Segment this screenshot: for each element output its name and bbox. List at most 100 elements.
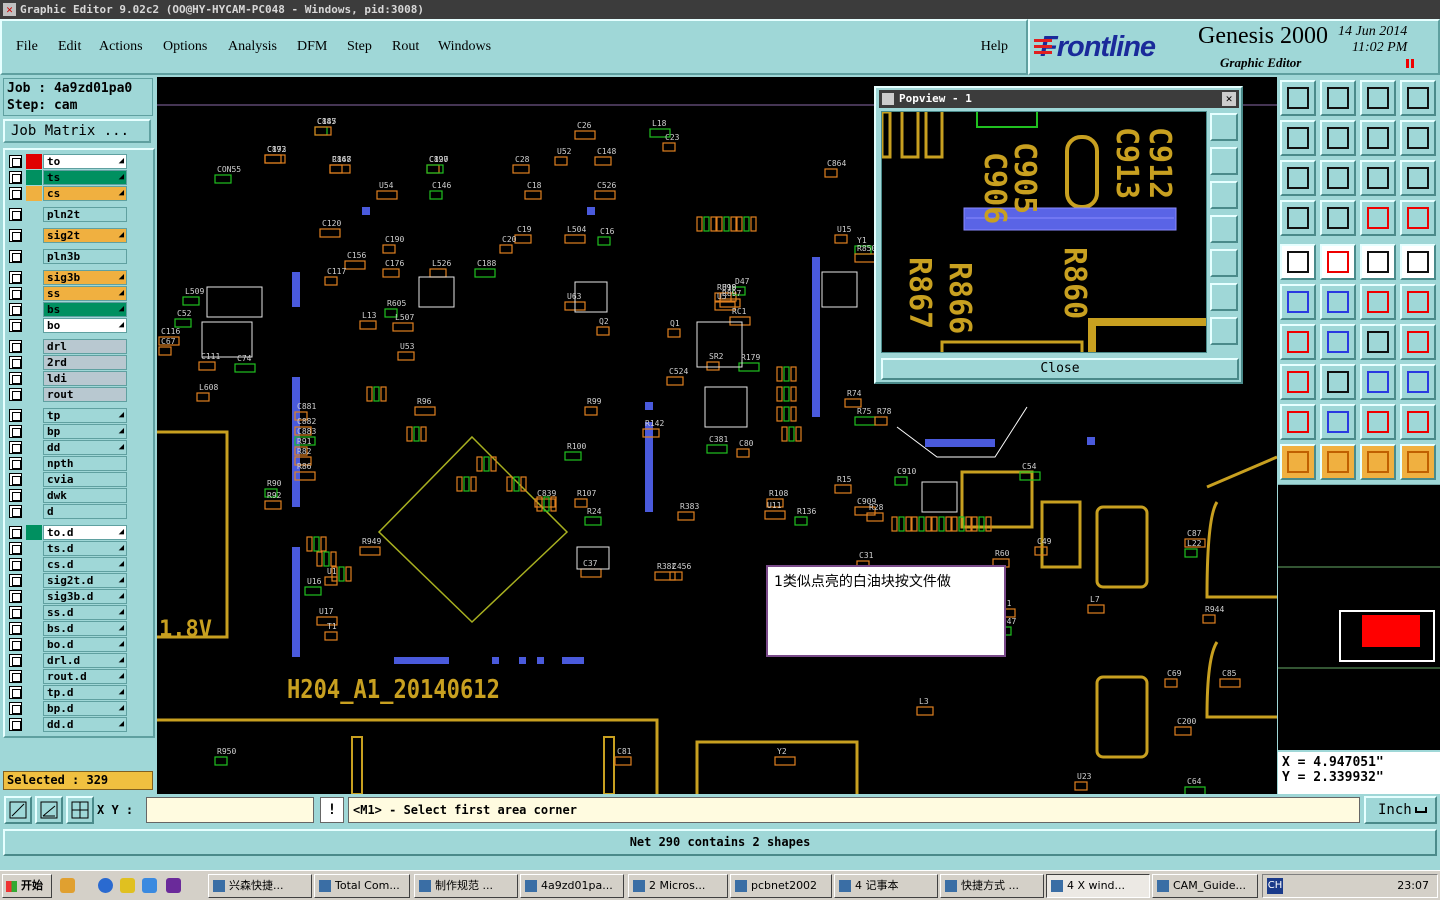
layer-row-bs[interactable]: bs ◢: [9, 302, 129, 317]
line-horizontal-button[interactable]: [1320, 364, 1356, 400]
menu-edit[interactable]: Edit: [58, 39, 81, 55]
layer-row-ts[interactable]: ts ◢: [9, 170, 129, 185]
ie-icon[interactable]: [98, 878, 113, 893]
layer-checkbox[interactable]: [9, 558, 22, 571]
layer-row-ldi[interactable]: ldi: [9, 371, 129, 386]
outlook-icon[interactable]: [142, 878, 157, 893]
measure-button[interactable]: [35, 796, 63, 824]
popview-close-icon[interactable]: ✕: [1222, 92, 1236, 106]
layer-checkbox[interactable]: [9, 409, 22, 422]
layer-name[interactable]: 2rd: [43, 355, 127, 370]
layer-row-sig3b-d[interactable]: sig3b.d ◢: [9, 589, 129, 604]
layer-name[interactable]: tp ◢: [43, 408, 127, 423]
layer-color-swatch[interactable]: [26, 685, 42, 700]
ruler-white-button[interactable]: [1360, 244, 1396, 280]
snap-orange-button[interactable]: [1400, 444, 1436, 480]
pad-red-button[interactable]: [1280, 364, 1316, 400]
layer-name[interactable]: dwk: [43, 488, 127, 503]
layer-color-swatch[interactable]: [26, 408, 42, 423]
layer-checkbox[interactable]: [9, 542, 22, 555]
layer-row-npth[interactable]: npth: [9, 456, 129, 471]
layer-row-bp-d[interactable]: bp.d ◢: [9, 701, 129, 716]
layer-row-dwk[interactable]: dwk: [9, 488, 129, 503]
popview-pan-right-button[interactable]: [1210, 249, 1238, 277]
layer-row-tp[interactable]: tp ◢: [9, 408, 129, 423]
pause-icon[interactable]: [1406, 59, 1414, 68]
popview-close-button[interactable]: Close: [881, 358, 1239, 380]
layer-color-swatch[interactable]: [26, 249, 42, 264]
layer-checkbox[interactable]: [9, 606, 22, 619]
layer-checkbox[interactable]: [9, 457, 22, 470]
layer-row-sig2t-d[interactable]: sig2t.d ◢: [9, 573, 129, 588]
mirror-button[interactable]: [1400, 120, 1436, 156]
layer-color-swatch[interactable]: [26, 170, 42, 185]
layer-name[interactable]: ts.d ◢: [43, 541, 127, 556]
layer-name[interactable]: npth: [43, 456, 127, 471]
zoom-area-button[interactable]: [4, 796, 32, 824]
layer-color-swatch[interactable]: [26, 456, 42, 471]
layer-name[interactable]: cvia: [43, 472, 127, 487]
ime-indicator[interactable]: CH: [1267, 878, 1283, 894]
popview-pan-left-button[interactable]: [1210, 215, 1238, 243]
connect-blue-button[interactable]: [1280, 284, 1316, 320]
taskbar-task[interactable]: 4 X wind...: [1046, 874, 1150, 898]
text-red-button[interactable]: [1400, 324, 1436, 360]
taskbar-task[interactable]: 4a9zd01pa...: [520, 874, 624, 898]
layer-row-ss[interactable]: ss ◢: [9, 286, 129, 301]
layer-checkbox[interactable]: [9, 654, 22, 667]
layer-checkbox[interactable]: [9, 208, 22, 221]
layer-name[interactable]: ts ◢: [43, 170, 127, 185]
taskbar-task[interactable]: CAM_Guide...: [1152, 874, 1258, 898]
layer-row-cs[interactable]: cs ◢: [9, 186, 129, 201]
line-red-button[interactable]: [1280, 324, 1316, 360]
layer-row-rout[interactable]: rout: [9, 387, 129, 402]
layer-color-swatch[interactable]: [26, 387, 42, 402]
copy-layer-button[interactable]: [1280, 80, 1316, 116]
layer-checkbox[interactable]: [9, 505, 22, 518]
layers-red-button[interactable]: [1360, 200, 1396, 236]
layer-color-swatch[interactable]: [26, 589, 42, 604]
layer-row-drl[interactable]: drl: [9, 339, 129, 354]
import-button[interactable]: [1280, 120, 1316, 156]
x-window-icon[interactable]: ✕: [3, 3, 16, 16]
x-app-icon[interactable]: [166, 878, 181, 893]
layer-row-bo[interactable]: bo ◢: [9, 318, 129, 333]
layer-row-dd[interactable]: dd ◢: [9, 440, 129, 455]
settings-mixer-button[interactable]: [1280, 200, 1316, 236]
pointer-orange-button[interactable]: [1280, 444, 1316, 480]
layer-name[interactable]: pln3b: [43, 249, 127, 264]
layer-name[interactable]: drl: [43, 339, 127, 354]
popview-canvas[interactable]: C905 C906 C913 C912 R867 R866 R860: [881, 111, 1207, 353]
layer-row-bp[interactable]: bp ◢: [9, 424, 129, 439]
layer-color-swatch[interactable]: [26, 371, 42, 386]
popview-pan-up-button[interactable]: [1210, 147, 1238, 175]
layer-color-swatch[interactable]: [26, 637, 42, 652]
layer-checkbox[interactable]: [9, 155, 22, 168]
taskbar-task[interactable]: 4 记事本: [834, 874, 938, 898]
layer-name[interactable]: pln2t: [43, 207, 127, 222]
layer-checkbox[interactable]: [9, 372, 22, 385]
layer-checkbox[interactable]: [9, 303, 22, 316]
taskbar-task[interactable]: pcbnet2002: [730, 874, 832, 898]
layer-name[interactable]: bo.d ◢: [43, 637, 127, 652]
popview-zoom-in-button[interactable]: [1210, 283, 1238, 311]
layer-row-rout-d[interactable]: rout.d ◢: [9, 669, 129, 684]
menu-options[interactable]: Options: [163, 39, 207, 55]
layer-name[interactable]: sig3b.d ◢: [43, 589, 127, 604]
layer-color-swatch[interactable]: [26, 717, 42, 732]
layer-color-swatch[interactable]: [26, 701, 42, 716]
overview-map[interactable]: [1278, 484, 1440, 750]
layer-checkbox[interactable]: [9, 250, 22, 263]
layer-row-d[interactable]: d: [9, 504, 129, 519]
layer-name[interactable]: cs.d ◢: [43, 557, 127, 572]
layer-color-swatch[interactable]: [26, 154, 42, 169]
center-button[interactable]: [1320, 160, 1356, 196]
layer-name[interactable]: dd.d ◢: [43, 717, 127, 732]
layer-color-swatch[interactable]: [26, 504, 42, 519]
taskbar-task[interactable]: 制作规范 ...: [414, 874, 518, 898]
layer-checkbox[interactable]: [9, 702, 22, 715]
layer-row-bo-d[interactable]: bo.d ◢: [9, 637, 129, 652]
layer-checkbox[interactable]: [9, 686, 22, 699]
start-button[interactable]: 开始: [2, 874, 52, 898]
layer-name[interactable]: cs ◢: [43, 186, 127, 201]
